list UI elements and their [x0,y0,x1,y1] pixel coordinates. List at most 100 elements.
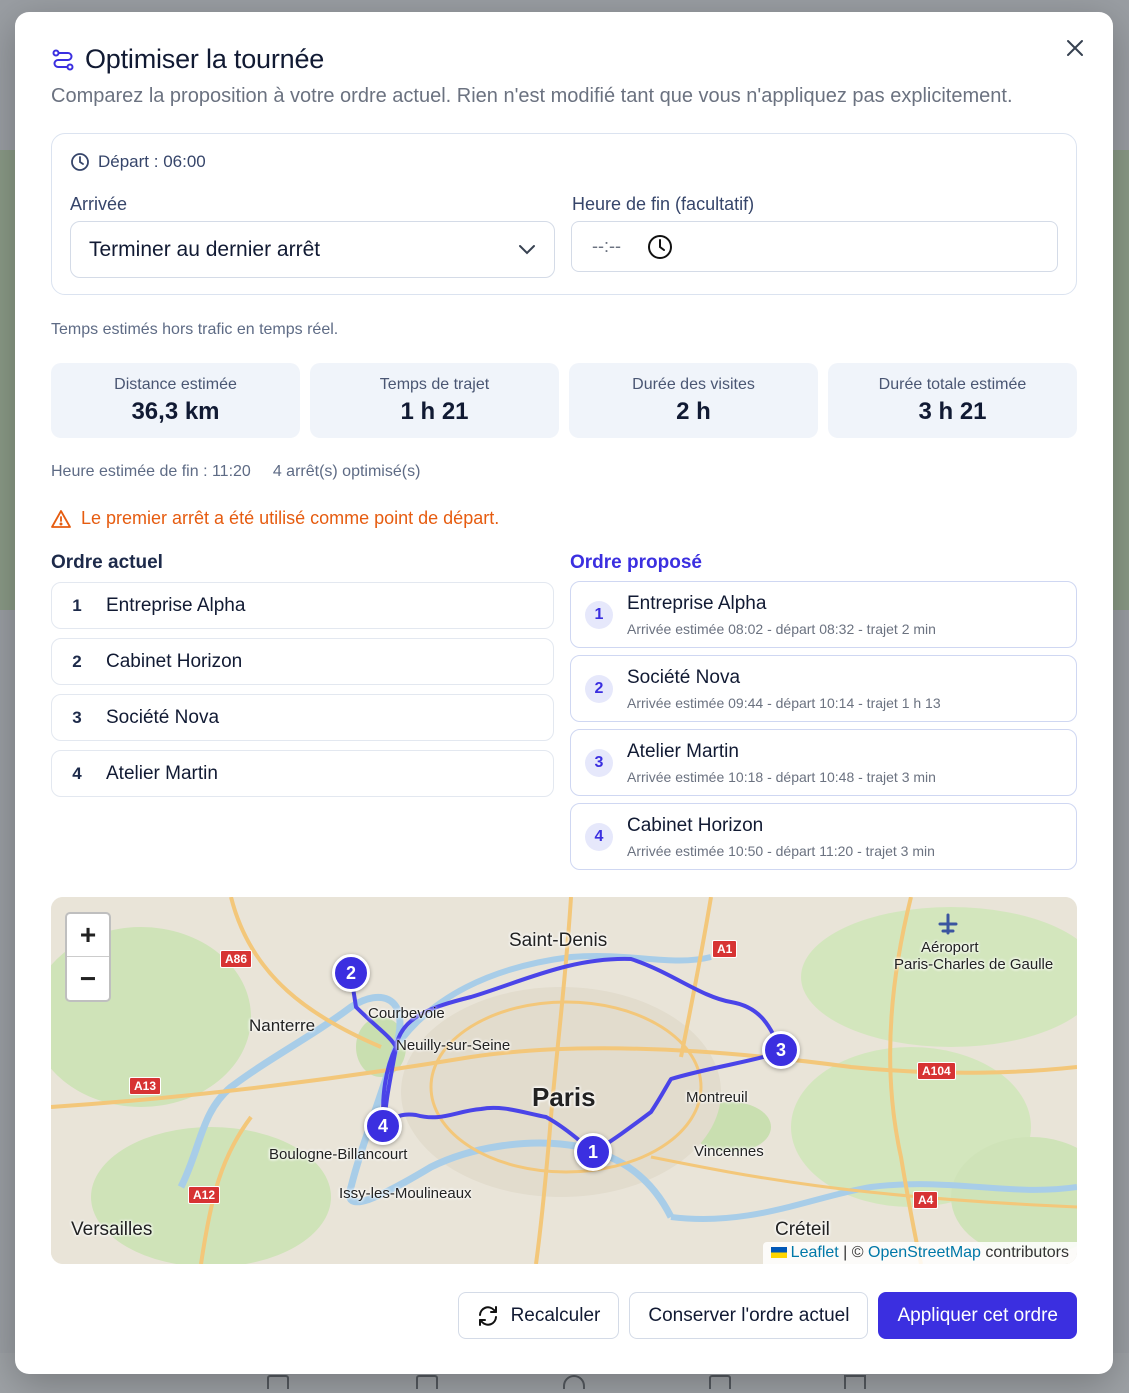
background-map-strip [1113,150,1129,610]
list-item[interactable]: 3 Atelier Martin Arrivée estimée 10:18 -… [570,729,1077,796]
map-label-nanterre: Nanterre [249,1016,316,1035]
meta-row: Heure estimée de fin : 11:20 4 arrêt(s) … [51,463,420,481]
road-shield-a86: A86 [220,950,253,968]
depart-time: Départ : 06:00 [98,152,206,171]
map-marker[interactable]: 3 [762,1031,800,1069]
list-item[interactable]: 1 Entreprise Alpha Arrivée estimée 08:02… [570,581,1077,648]
stop-name: Atelier Martin [106,762,218,784]
close-button[interactable] [1061,34,1089,62]
map-marker[interactable]: 1 [574,1133,612,1171]
arrivee-label: Arrivée [70,194,128,214]
current-order-list: 1 Entreprise Alpha 2 Cabinet Horizon 3 S… [51,582,554,806]
list-item[interactable]: 4 Cabinet Horizon Arrivée estimée 10:50 … [570,803,1077,870]
fin-label: Heure de fin (facultatif) [572,194,755,214]
stop-number-badge: 1 [585,600,613,629]
stop-detail: Arrivée estimée 10:50 - départ 11:20 - t… [627,842,935,859]
map-label-neuilly: Neuilly-sur-Seine [396,1037,511,1054]
route-map[interactable]: Paris Saint-Denis Aéroport Paris-Charles… [51,897,1077,1264]
warning-message: Le premier arrêt a été utilisé comme poi… [51,508,499,529]
list-item: 3 Société Nova [51,694,554,741]
stop-name: Entreprise Alpha [106,594,246,616]
proposed-order-list: 1 Entreprise Alpha Arrivée estimée 08:02… [570,581,1077,877]
stop-number: 2 [72,651,82,671]
ukraine-flag-icon [770,1247,787,1258]
arrivee-select[interactable]: Terminer au dernier arrêt [70,221,555,278]
clock-icon [563,1375,585,1389]
menu-icon [844,1375,866,1389]
dialog-title: Optimiser la tournée [85,44,325,74]
settings-panel: Départ : 06:00 Arrivée Heure de fin (fac… [51,133,1077,295]
recalculate-label: Recalculer [510,1304,601,1326]
fin-time-placeholder: --:-- [592,236,621,256]
clock-icon[interactable] [647,234,673,260]
traffic-note: Temps estimés hors trafic en temps réel. [51,321,339,338]
stop-number: 4 [72,763,82,783]
background-map-strip [0,150,15,610]
map-marker[interactable]: 4 [364,1107,402,1145]
clock-icon [71,153,89,171]
road-shield-a104: A104 [917,1062,956,1080]
optimize-route-dialog: Optimiser la tournée Comparez la proposi… [15,12,1113,1374]
road-shield-a4: A4 [913,1191,939,1209]
depart-row: Départ : 06:00 [70,152,206,172]
map-marker[interactable]: 2 [332,954,370,992]
stat-distance: Distance estimée 36,3 km [51,363,300,438]
route-icon [52,49,74,70]
stop-number: 3 [72,707,82,727]
stop-name: Atelier Martin [627,740,739,762]
fin-time-input[interactable]: --:-- [571,221,1058,272]
estimated-end: Heure estimée de fin : 11:20 [51,463,251,480]
calendar-icon [709,1375,731,1389]
stat-visit-duration: Durée des visites 2 h [569,363,818,438]
proposed-order-title: Ordre proposé [570,552,702,573]
keep-order-button[interactable]: Conserver l'ordre actuel [629,1292,869,1339]
list-item: 4 Atelier Martin [51,750,554,797]
zoom-in-button[interactable]: + [67,914,109,957]
stop-number-badge: 3 [585,748,613,777]
map-label-cdg: Paris-Charles de Gaulle [894,956,1054,973]
stop-detail: Arrivée estimée 08:02 - départ 08:32 - t… [627,620,936,637]
warning-text: Le premier arrêt a été utilisé comme poi… [81,508,500,528]
road-shield-a1: A1 [712,940,738,958]
map-label-creteil: Créteil [775,1219,830,1240]
optimized-count: 4 arrêt(s) optimisé(s) [272,463,421,480]
list-item[interactable]: 2 Société Nova Arrivée estimée 09:44 - d… [570,655,1077,722]
stop-number: 1 [72,595,82,615]
stop-name: Société Nova [106,706,220,728]
chevron-down-icon [519,244,535,254]
close-icon [1067,40,1083,56]
leaflet-link[interactable]: Leaflet [791,1244,839,1261]
map-label-issy: Issy-les-Moulineaux [339,1185,472,1202]
stop-detail: Arrivée estimée 10:18 - départ 10:48 - t… [627,768,936,785]
users-icon [416,1375,438,1389]
list-item: 1 Entreprise Alpha [51,582,554,629]
stop-number-badge: 4 [585,822,613,851]
refresh-icon [478,1305,497,1326]
arrivee-select-value: Terminer au dernier arrêt [89,237,321,261]
list-item: 2 Cabinet Horizon [51,638,554,685]
map-label-saint-denis: Saint-Denis [509,930,608,951]
attribution-separator: | © [838,1244,868,1261]
map-attribution: Leaflet | © OpenStreetMap contributors [762,1242,1077,1264]
dialog-header: Optimiser la tournée Comparez la proposi… [51,44,1053,108]
dialog-footer: Recalculer Conserver l'ordre actuel Appl… [457,1292,1077,1339]
stat-total-duration: Durée totale estimée 3 h 21 [828,363,1077,438]
road-shield-a12: A12 [188,1186,221,1204]
recalculate-button[interactable]: Recalculer [457,1292,620,1339]
stop-name: Société Nova [627,666,741,688]
map-label-paris: Paris [532,1082,596,1112]
zoom-out-button[interactable]: − [67,957,109,1000]
stats-row: Distance estimée 36,3 km Temps de trajet… [51,363,1077,438]
attribution-contributors: contributors [980,1244,1069,1261]
grid-icon [267,1375,289,1389]
map-label-versailles: Versailles [71,1219,153,1240]
stop-number-badge: 2 [585,674,613,703]
warning-icon [51,509,71,528]
stat-travel-time: Temps de trajet 1 h 21 [310,363,559,438]
road-shield-a13: A13 [129,1077,162,1095]
osm-link[interactable]: OpenStreetMap [868,1244,981,1261]
apply-order-button[interactable]: Appliquer cet ordre [878,1292,1077,1339]
stop-name: Entreprise Alpha [627,592,767,614]
current-order-title: Ordre actuel [51,552,163,573]
stop-name: Cabinet Horizon [106,650,243,672]
